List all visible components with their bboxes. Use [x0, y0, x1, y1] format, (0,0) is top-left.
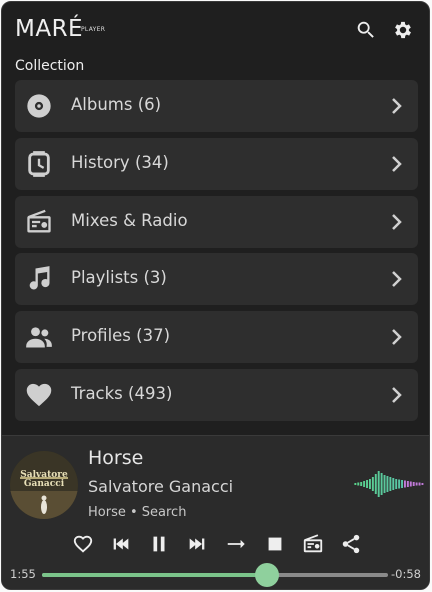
- visualizer-bar: [403, 480, 406, 488]
- collection-item-label: Profiles (37): [71, 326, 171, 346]
- track-album-source: Horse • Search: [88, 505, 187, 520]
- visualizer-bar: [363, 481, 366, 487]
- app-logo-subtitle: PLAYER: [81, 26, 106, 33]
- chevron-right-icon: [386, 154, 406, 174]
- visualizer-bar: [421, 483, 424, 485]
- album-disc-icon: [25, 92, 53, 120]
- visualizer-bar: [392, 478, 395, 490]
- chevron-right-icon: [386, 269, 406, 289]
- visualizer-bar: [357, 482, 360, 486]
- music-note-icon: [25, 265, 53, 293]
- people-icon: [25, 323, 53, 351]
- album-cover-art[interactable]: Salvatore Ganacci: [10, 451, 78, 519]
- share-icon: [342, 534, 360, 554]
- seek-bar-thumb[interactable]: [254, 563, 279, 587]
- visualizer-bar: [389, 477, 392, 491]
- collection-item-albums[interactable]: Albums (6): [15, 80, 418, 132]
- app-header: MARÉ PLAYER: [2, 2, 429, 58]
- collection-item-label: Mixes & Radio: [71, 210, 188, 230]
- collection-item-label: History (34): [71, 152, 169, 172]
- settings-button[interactable]: [391, 18, 415, 42]
- visualizer-bar: [383, 475, 386, 493]
- previous-button[interactable]: [110, 533, 132, 555]
- heart-icon: [25, 381, 53, 409]
- visualizer-bar: [377, 471, 380, 497]
- pause-icon: [153, 536, 165, 552]
- visualizer-bar: [368, 479, 371, 489]
- skip-next-icon: [189, 538, 205, 550]
- visualizer-bar: [374, 474, 377, 494]
- pause-button[interactable]: [148, 533, 170, 555]
- repeat-button[interactable]: [225, 533, 247, 555]
- share-button[interactable]: [340, 533, 362, 555]
- collection-title: Collection: [15, 58, 85, 74]
- collection-item-label: Tracks (493): [71, 383, 173, 403]
- track-artist[interactable]: Salvatore Ganacci: [88, 477, 233, 496]
- skip-previous-icon: [113, 538, 129, 550]
- radio-button[interactable]: [302, 533, 324, 555]
- collection-item-history[interactable]: History (34): [15, 137, 418, 190]
- track-title: Horse: [88, 447, 144, 469]
- visualizer-bar: [366, 480, 368, 488]
- seek-bar[interactable]: [42, 563, 388, 587]
- visualizer-bar: [360, 482, 363, 486]
- collection-item-tracks[interactable]: Tracks (493): [15, 368, 418, 421]
- next-button[interactable]: [186, 533, 208, 555]
- visualizer-bar: [380, 473, 383, 495]
- remaining-time: -0:58: [391, 567, 421, 581]
- visualizer-bar: [418, 482, 421, 486]
- search-icon: [357, 21, 374, 38]
- visualizer-bar: [395, 479, 398, 489]
- collection-item-label: Playlists (3): [71, 268, 167, 288]
- collection-item-label: Albums (6): [71, 95, 162, 114]
- visualizer-bar: [401, 480, 403, 488]
- visualizer-bar: [415, 482, 418, 486]
- radio-icon: [303, 534, 323, 553]
- app-window: MARÉ PLAYER Collection Albums (6) Histor…: [1, 1, 430, 590]
- chevron-right-icon: [386, 327, 406, 347]
- gear-icon: [395, 21, 411, 39]
- visualizer-bar: [354, 483, 357, 485]
- history-clock-icon: [25, 150, 53, 178]
- svg-text:Ganacci: Ganacci: [24, 479, 65, 489]
- chevron-right-icon: [386, 385, 406, 405]
- stop-button[interactable]: [264, 533, 286, 555]
- elapsed-time: 1:55: [10, 567, 36, 581]
- stop-icon: [268, 537, 282, 551]
- audio-visualizer: [354, 471, 424, 497]
- visualizer-bar: [406, 481, 409, 487]
- chevron-right-icon: [386, 96, 406, 116]
- visualizer-bar: [371, 477, 374, 491]
- visualizer-bar: [409, 481, 412, 487]
- collection-item-mixes-radio[interactable]: Mixes & Radio: [15, 195, 418, 248]
- visualizer-bar: [398, 479, 401, 489]
- heart-icon: [73, 535, 93, 553]
- now-playing-bar: Salvatore Ganacci Horse Salvatore Ganacc…: [2, 435, 429, 589]
- repeat-off-icon: [227, 539, 245, 549]
- search-button[interactable]: [354, 18, 378, 42]
- collection-item-profiles[interactable]: Profiles (37): [15, 311, 418, 364]
- visualizer-bar: [386, 476, 389, 492]
- collection-list: Albums (6) History (34) Mixes & Radio Pl…: [15, 80, 418, 427]
- collection-item-playlists[interactable]: Playlists (3): [15, 253, 418, 306]
- chevron-right-icon: [386, 212, 406, 232]
- visualizer-bar: [412, 482, 415, 486]
- app-logo: MARÉ: [15, 16, 84, 42]
- seek-bar-fill: [42, 573, 267, 577]
- like-button[interactable]: [72, 533, 94, 555]
- radio-icon: [25, 208, 53, 236]
